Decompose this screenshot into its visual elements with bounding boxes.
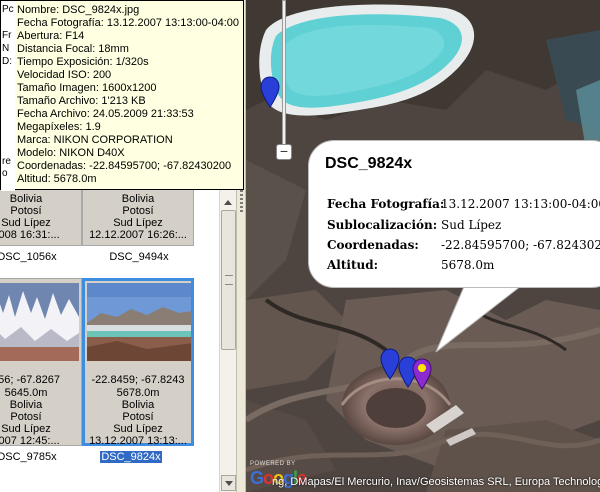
grip-icon: [225, 275, 233, 285]
thumbnail-region: Potosí: [122, 411, 154, 423]
map-attribution: POWERED BY Google ng, DMapas/El Mercurio…: [246, 461, 600, 492]
thumbnail-location: Bolivia: [9, 193, 43, 205]
balloon-label: Coordenadas:: [327, 238, 419, 252]
zoom-out-button[interactable]: −: [276, 144, 292, 160]
tooltip-aperture: Abertura: F14: [17, 30, 85, 42]
balloon-value: -22.84595700; -67.82430200: [441, 238, 600, 252]
tooltip-focal-length: Distancia Focal: 18mm: [17, 43, 129, 55]
thumbnail-region: Potosí: [10, 411, 42, 423]
info-balloon: DSC_9824x Fecha Fotografía: 13.12.2007 1…: [308, 140, 600, 288]
thumbnail-coordinates: -22.8459; -67.8243: [91, 374, 185, 386]
thumbnail-caption: DSC_9494x: [109, 251, 169, 263]
thumbnail-caption: DSC_9785x: [0, 451, 57, 463]
tooltip-filename: Nombre: DSC_9824x.jpg: [17, 4, 140, 16]
powered-by-label: POWERED BY: [250, 461, 296, 467]
balloon-label: Altitud:: [327, 258, 379, 272]
thumbnail-location: Bolivia: [121, 399, 155, 411]
balloon-label: Fecha Fotografía:: [327, 197, 445, 211]
map-view[interactable]: − DSC_9824x Fecha Fotografía: 13.12.2007…: [246, 0, 600, 492]
tooltip-image-size: Tamaño Imagen: 1600x1200: [17, 82, 157, 94]
thumbnail-location: Bolivia: [9, 399, 43, 411]
tooltip-file-date: Fecha Archivo: 24.05.2009 21:33:53: [17, 108, 194, 120]
tooltip-photo-date: Fecha Fotografía: 13.12.2007 13:13:00-04…: [17, 17, 239, 29]
thumbnail-date: 2007 12:45:...: [0, 435, 60, 447]
map-pin-icon[interactable]: [260, 76, 280, 108]
balloon-title: DSC_9824x: [325, 155, 413, 172]
scrollbar-thumb[interactable]: [221, 210, 236, 350]
tooltip-file-size: Tamaño Archivo: 1'213 KB: [17, 95, 146, 107]
tooltip-iso: Velocidad ISO: 200: [17, 69, 112, 81]
splitter-grip-icon: [240, 190, 243, 214]
thumbnail-date: 13.12.2007 13:13:...: [89, 435, 187, 447]
tooltip-model: Modelo: NIKON D40X: [17, 147, 125, 159]
thumbnail-location: Bolivia: [121, 193, 155, 205]
thumbnail-sublocation: Sud Lípez: [113, 217, 163, 229]
thumbnail-caption-selected: DSC_9824x: [99, 450, 163, 464]
image-info-tooltip: Pc Fr N D: re o Nombre: DSC_9824x.jpg Fe…: [0, 0, 244, 191]
thumbnail-coordinates: 456; -67.8267: [0, 374, 60, 386]
balloon-value: 13.12.2007 13:13:00-04:00: [441, 197, 600, 211]
thumbnail-region: Potosí: [122, 205, 154, 217]
thumbnail-date: 2008 16:31:...: [0, 229, 60, 241]
thumbnail-sublocation: Sud Lípez: [1, 217, 51, 229]
balloon-label: Sublocalización:: [327, 218, 438, 232]
thumbnail-region: Potosí: [10, 205, 42, 217]
attribution-text: ng, DMapas/El Mercurio, Inav/Geosistemas…: [272, 476, 600, 488]
thumbnail-altitude: 5645.0m: [4, 387, 48, 399]
thumbnail-image-ice: [0, 283, 79, 361]
selected-map-pin-icon[interactable]: [412, 358, 432, 390]
tooltip-altitude: Altitud: 5678.0m: [17, 173, 97, 185]
balloon-value: 5678.0m: [441, 258, 495, 272]
thumbnail-altitude: 5678.0m: [116, 387, 160, 399]
map-pin-icon[interactable]: [380, 348, 400, 380]
zoom-slider-track[interactable]: [282, 0, 286, 148]
thumbnail-image-lagoon: [87, 283, 191, 361]
scroll-down-arrow-icon[interactable]: [221, 475, 236, 491]
scroll-up-arrow-icon[interactable]: [221, 196, 236, 208]
tooltip-make: Marca: NIKON CORPORATION: [17, 134, 173, 146]
balloon-value: Sud Lípez: [441, 218, 502, 232]
thumbnail-sublocation: Sud Lípez: [1, 423, 51, 435]
tooltip-exposure: Tiempo Exposición: 1/320s: [17, 56, 149, 68]
tooltip-coordinates: Coordenadas: -22.84595700; -67.82430200: [17, 160, 232, 172]
thumbnail-caption: DSC_1056x: [0, 251, 57, 263]
thumbnail-date: 12.12.2007 16:26:...: [89, 229, 187, 241]
tooltip-underlay: Pc Fr N D: re o: [1, 1, 15, 191]
thumbnail-sublocation: Sud Lípez: [113, 423, 163, 435]
tooltip-megapixels: Megapíxeles: 1.9: [17, 121, 101, 133]
